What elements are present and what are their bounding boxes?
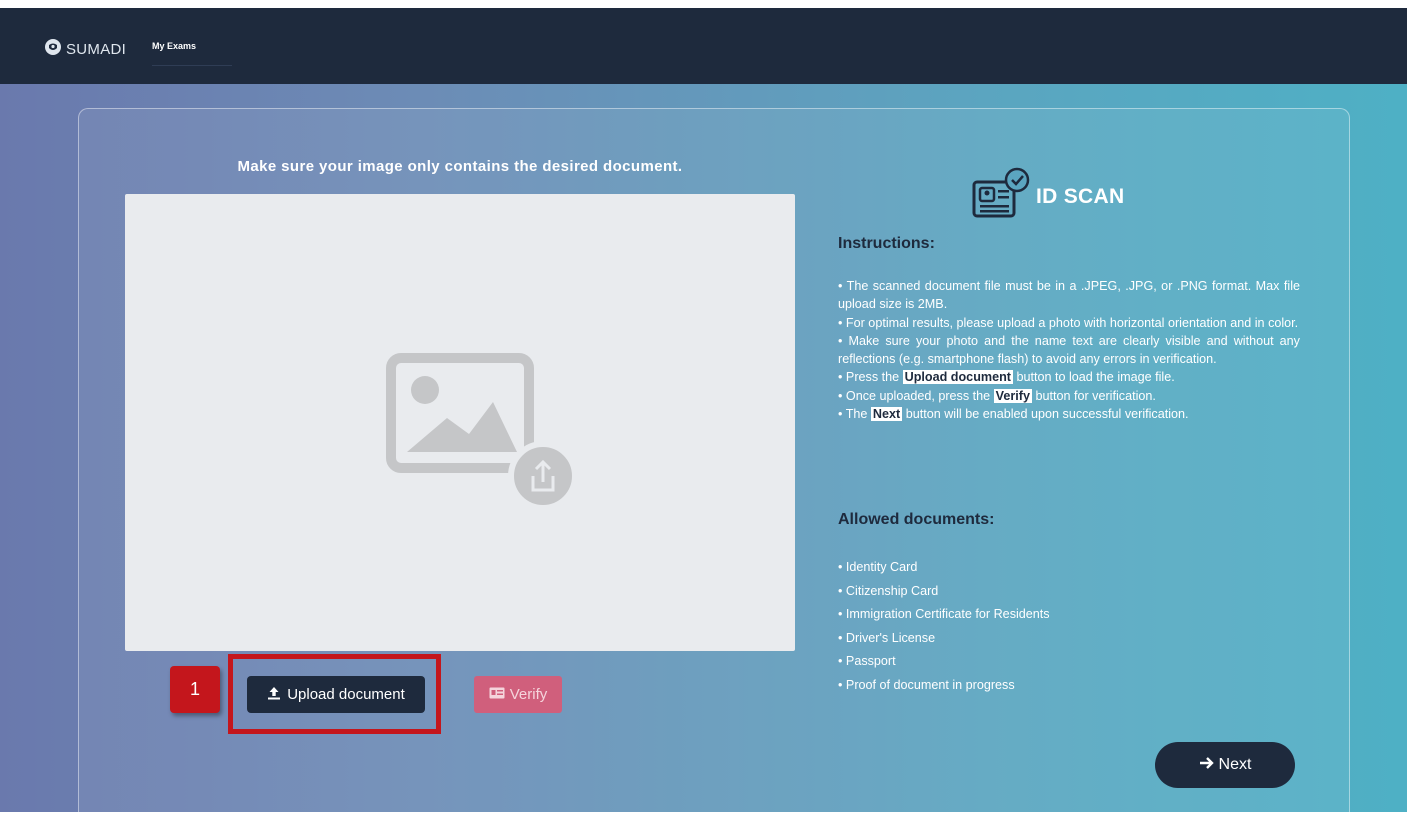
next-button[interactable]: Next — [1155, 742, 1295, 788]
upload-document-highlight: Upload document — [902, 370, 1013, 385]
instructions-list: • The scanned document file must be in a… — [838, 277, 1300, 423]
allowed-document-item: • Driver's License — [838, 630, 936, 645]
top-navbar: SUMADI My Exams — [0, 8, 1407, 84]
sumadi-logo-icon — [44, 38, 62, 61]
instruction-item: • Make sure your photo and the name text… — [838, 333, 1300, 367]
allowed-documents-heading: Allowed documents: — [838, 511, 995, 528]
allowed-document-item: • Passport — [838, 654, 896, 668]
instruction-item: • The Next button will be enabled upon s… — [838, 407, 1189, 422]
upload-document-button[interactable]: Upload document — [247, 676, 425, 713]
upload-icon — [267, 686, 281, 704]
verify-button[interactable]: Verify — [474, 676, 562, 713]
brand-name: SUMADI — [66, 41, 127, 58]
id-card-icon — [489, 686, 505, 703]
allowed-document-item: • Proof of document in progress — [838, 677, 1015, 692]
main-content: Make sure your image only contains the d… — [0, 84, 1407, 830]
brand-logo[interactable]: SUMADI — [44, 38, 126, 61]
next-button-label: Next — [1218, 756, 1252, 773]
upload-title: Make sure your image only contains the d… — [237, 158, 683, 175]
arrow-right-icon — [1199, 756, 1215, 775]
allowed-documents-list: • Identity Card • Citizenship Card • Imm… — [838, 556, 1050, 697]
step-badge: 1 — [170, 666, 220, 713]
next-highlight: Next — [870, 407, 903, 422]
id-scan-title: ID SCAN — [1036, 184, 1125, 208]
verify-button-label: Verify — [509, 686, 548, 703]
verify-highlight: Verify — [993, 388, 1032, 403]
allowed-document-item: • Immigration Certificate for Residents — [838, 607, 1050, 621]
instruction-item: • For optimal results, please upload a p… — [838, 315, 1299, 330]
upload-button-label: Upload document — [287, 686, 405, 703]
nav-my-exams[interactable]: My Exams — [152, 41, 232, 66]
instructions-heading: Instructions: — [838, 235, 935, 252]
allowed-document-item: • Citizenship Card — [838, 583, 939, 598]
allowed-document-item: • Identity Card — [838, 560, 918, 574]
instruction-item: • Press the Upload document button to lo… — [838, 370, 1175, 385]
instruction-item: • Once uploaded, press the Verify button… — [838, 388, 1156, 403]
instruction-item: • The scanned document file must be in a… — [838, 279, 1300, 312]
image-upload-placeholder-icon — [386, 353, 578, 511]
id-card-check-icon — [972, 166, 1030, 227]
image-preview-area — [125, 194, 795, 651]
id-scan-header: ID SCAN — [972, 166, 1124, 227]
